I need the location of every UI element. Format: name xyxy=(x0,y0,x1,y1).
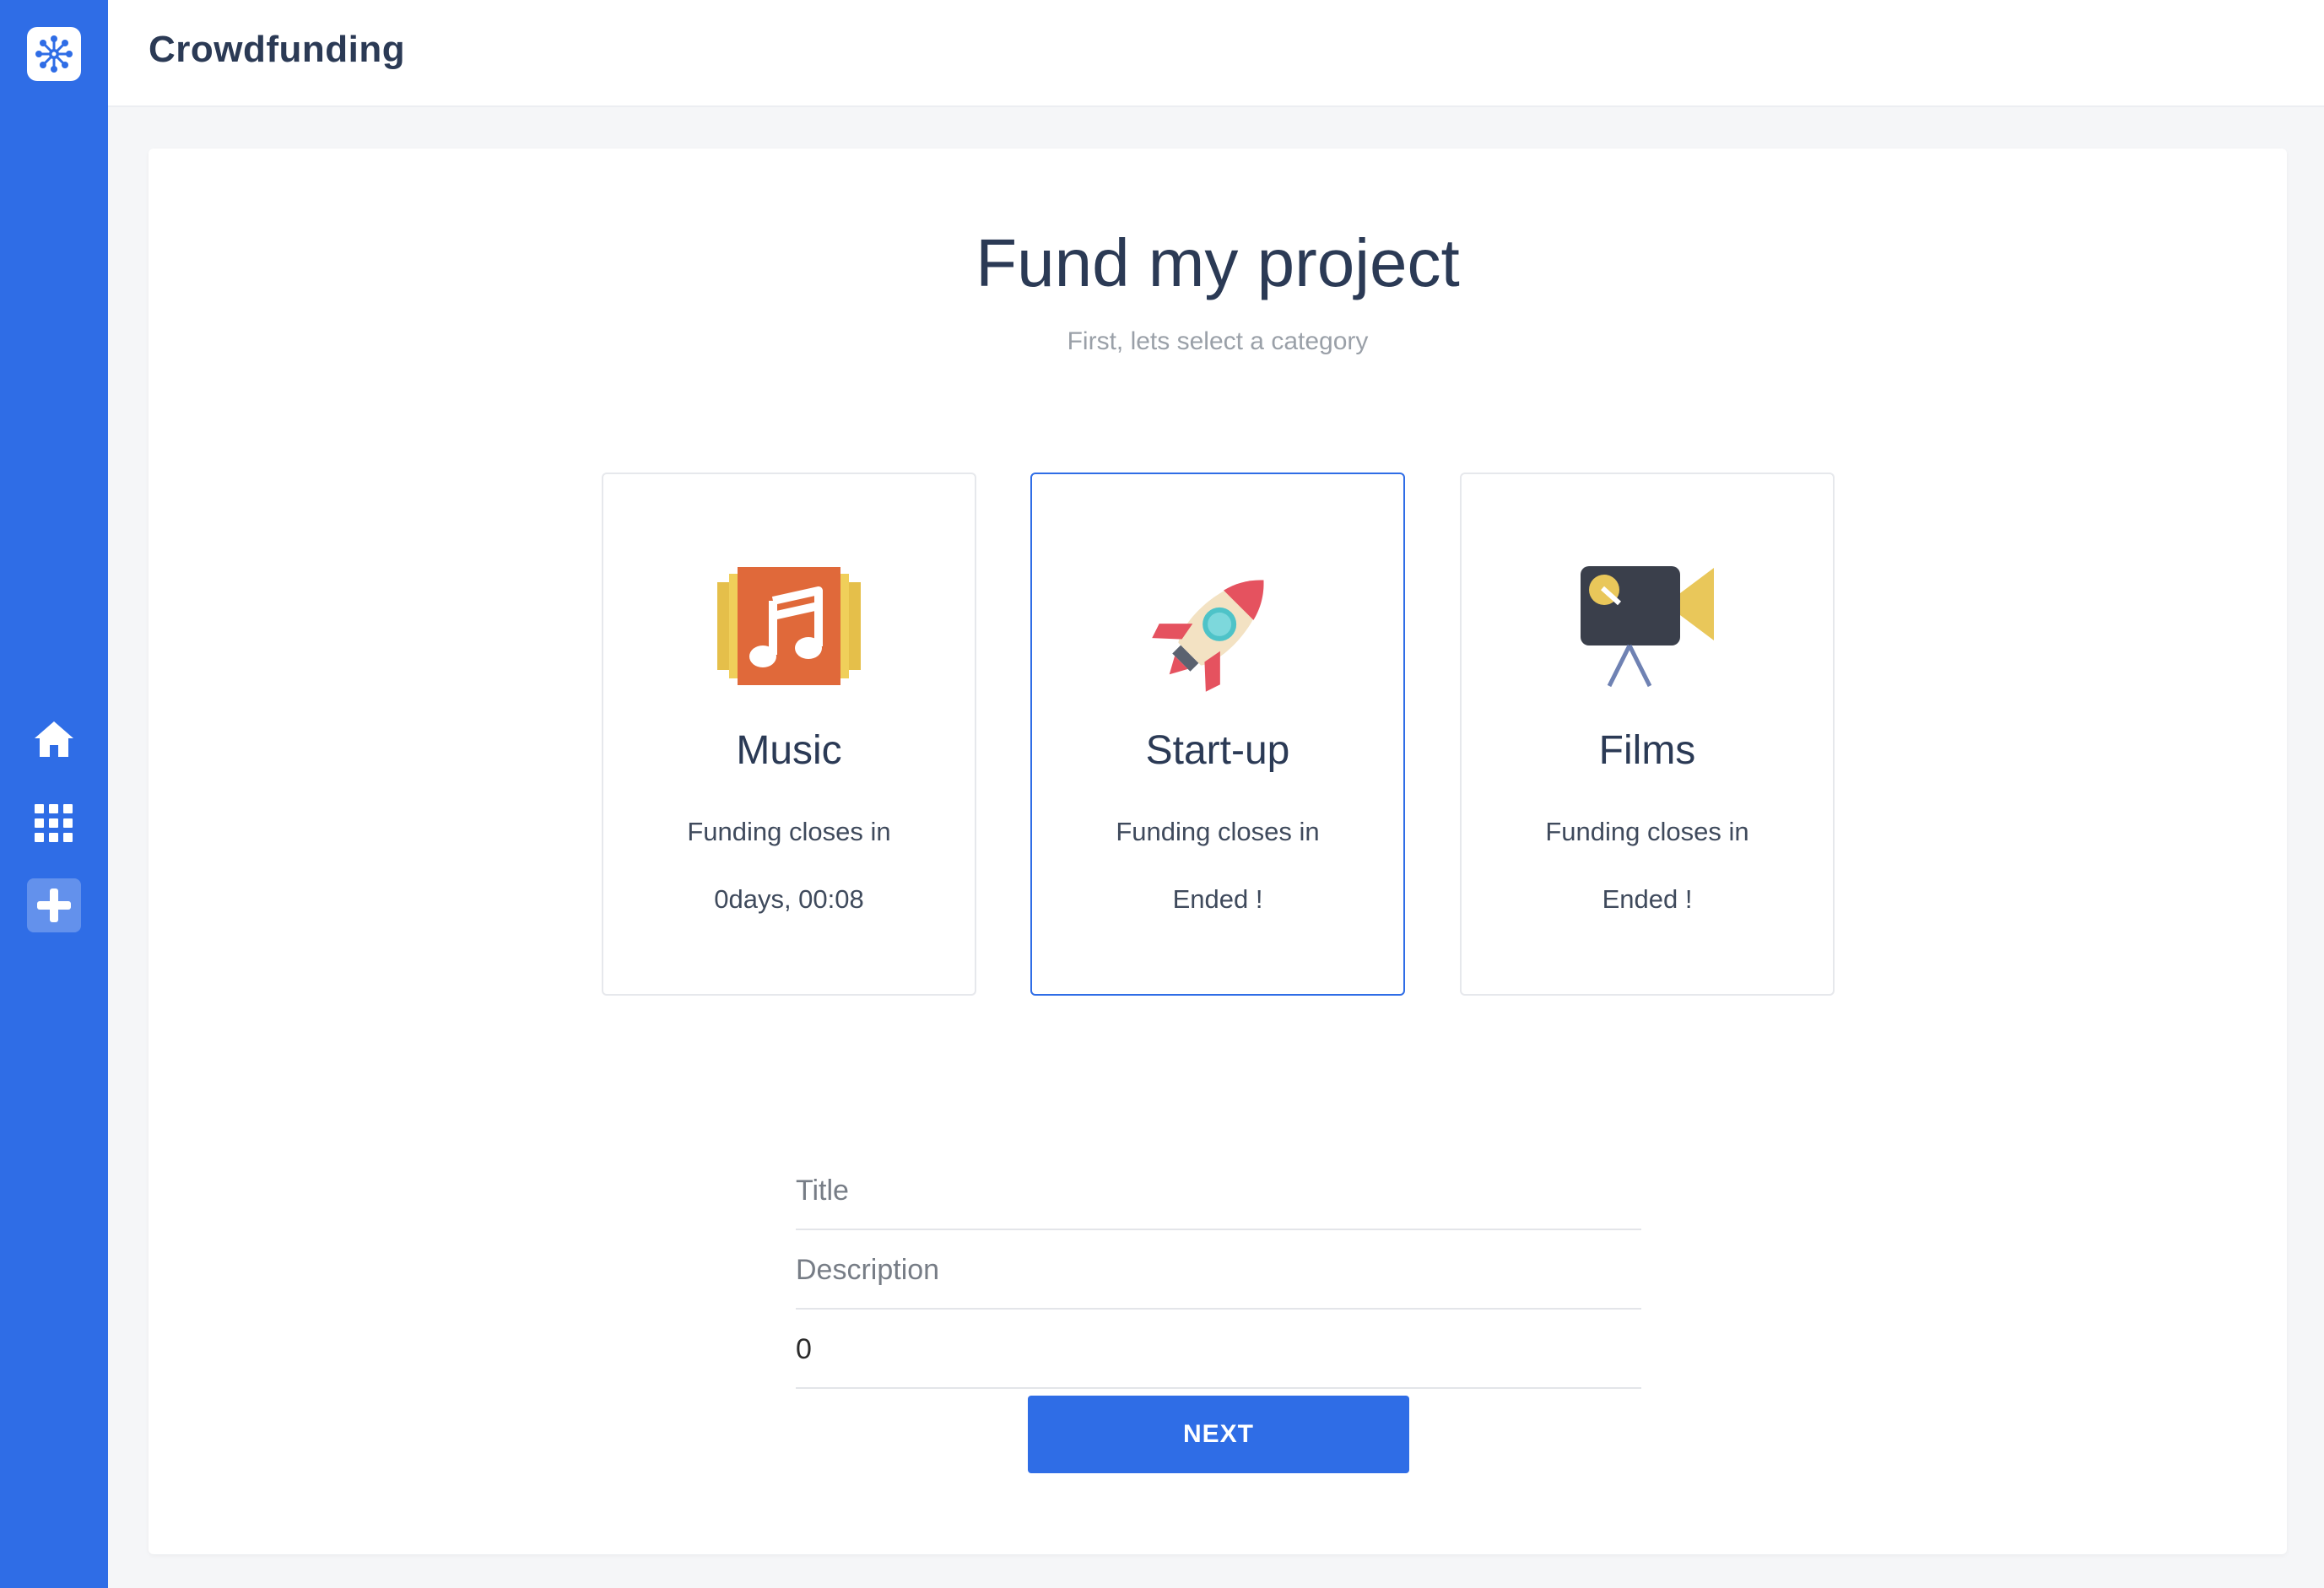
category-name: Start-up xyxy=(1145,728,1290,773)
rocket-icon xyxy=(1032,555,1403,697)
funding-closes-value: Ended ! xyxy=(1602,884,1693,914)
next-button[interactable]: NEXT xyxy=(1028,1396,1409,1473)
category-card-start-up[interactable]: Start-up Funding closes in Ended ! xyxy=(1030,473,1405,996)
amount-input[interactable] xyxy=(796,1311,1641,1389)
sidebar-item-home[interactable] xyxy=(0,714,108,764)
add-project-button[interactable] xyxy=(27,878,81,932)
network-logo-icon[interactable] xyxy=(27,27,81,81)
category-card-films[interactable]: Films Funding closes in Ended ! xyxy=(1460,473,1835,996)
description-input[interactable] xyxy=(796,1232,1641,1310)
grid-icon xyxy=(35,804,73,842)
funding-closes-value: 0days, 00:08 xyxy=(714,884,864,914)
plus-icon xyxy=(37,889,71,922)
category-name: Films xyxy=(1598,728,1696,773)
category-name: Music xyxy=(736,728,842,773)
title-input[interactable] xyxy=(796,1153,1641,1230)
fund-project-card: Fund my project First, lets select a cat… xyxy=(149,149,2287,1554)
app-title: Crowdfunding xyxy=(149,29,406,70)
funding-closes-label: Funding closes in xyxy=(687,817,891,846)
music-album-icon xyxy=(603,555,975,697)
sidebar-item-add-project[interactable] xyxy=(0,878,108,933)
sidebar-item-projects[interactable] xyxy=(0,798,108,849)
page-title: Fund my project xyxy=(976,225,1460,300)
home-icon xyxy=(35,721,73,757)
funding-closes-value: Ended ! xyxy=(1172,884,1263,914)
page-subtitle: First, lets select a category xyxy=(1067,327,1369,355)
movie-camera-icon xyxy=(1462,555,1833,697)
funding-closes-label: Funding closes in xyxy=(1116,817,1320,846)
sidebar xyxy=(0,0,108,1588)
category-card-music[interactable]: Music Funding closes in 0days, 00:08 xyxy=(602,473,976,996)
top-bar: Crowdfunding xyxy=(108,0,2324,107)
funding-closes-label: Funding closes in xyxy=(1545,817,1749,846)
